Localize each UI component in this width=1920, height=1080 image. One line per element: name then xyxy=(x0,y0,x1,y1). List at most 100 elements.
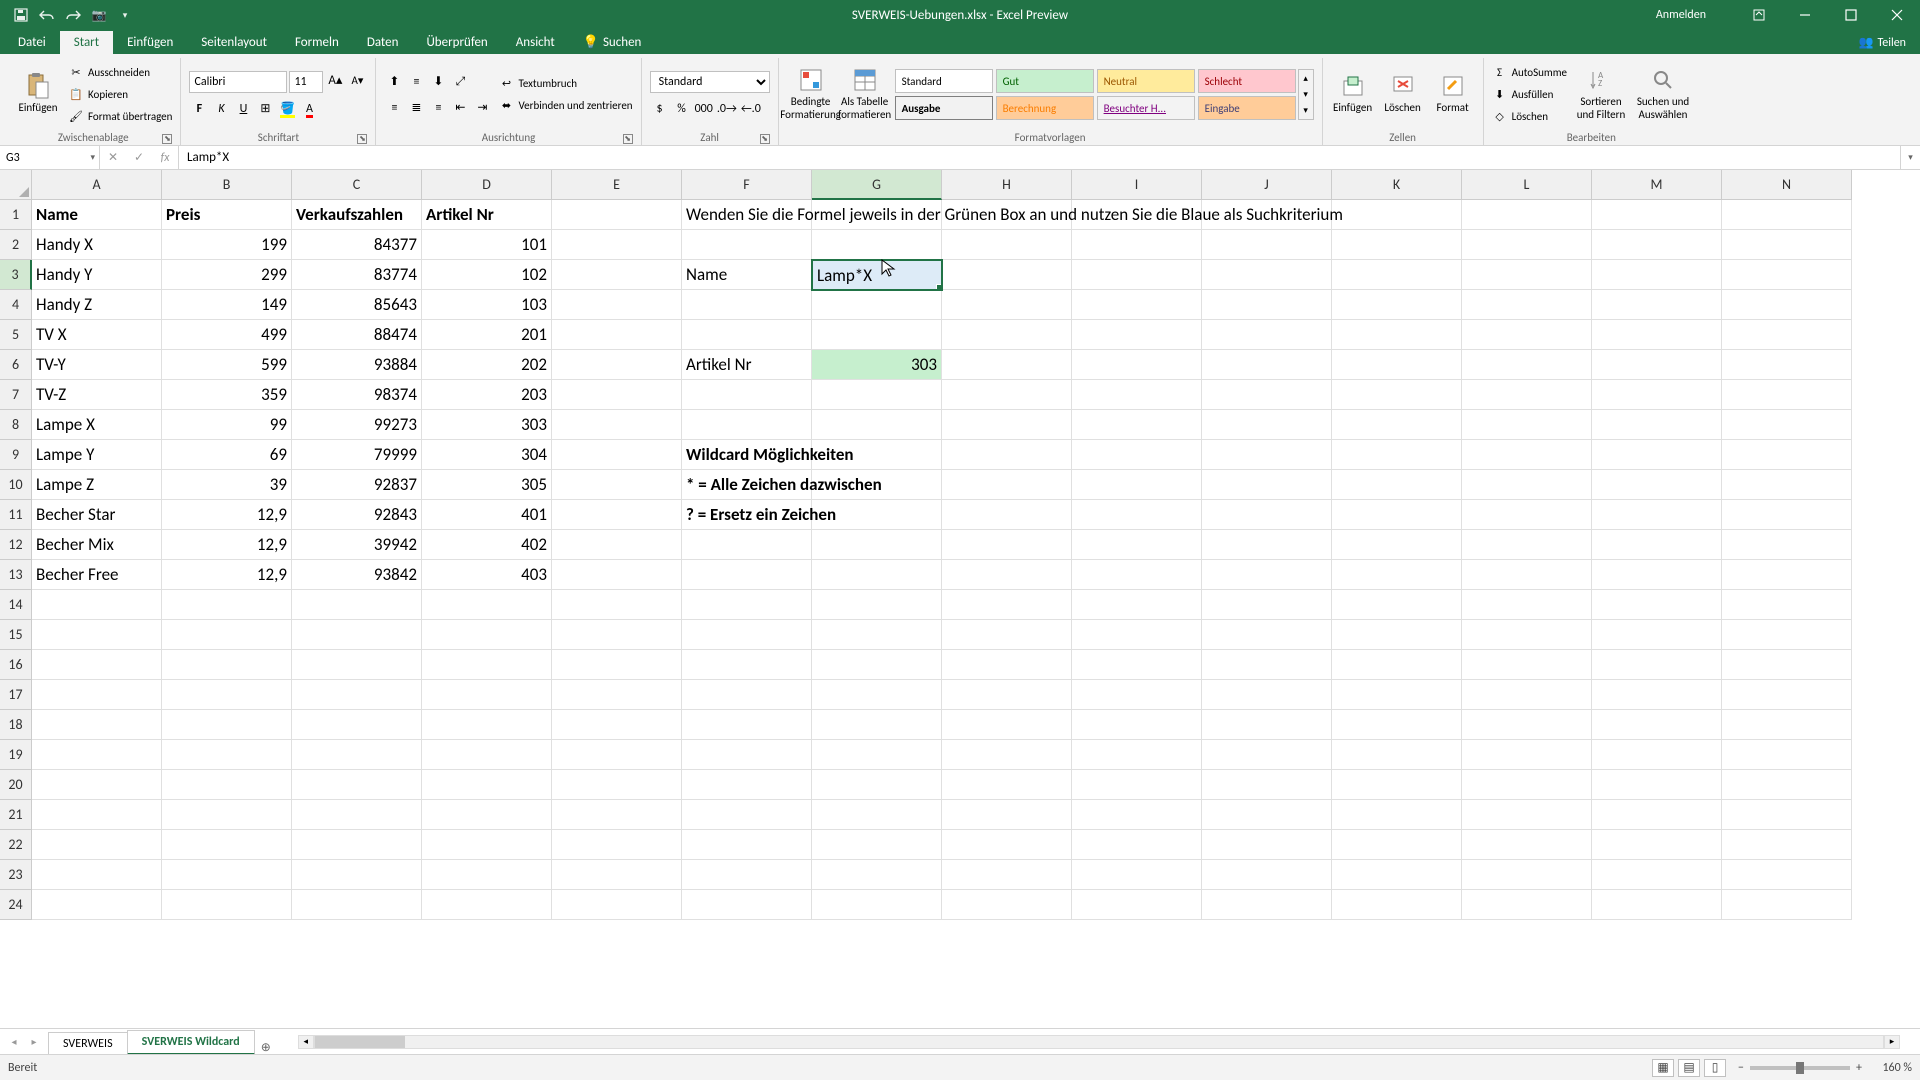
cell-C9[interactable]: 79999 xyxy=(292,440,422,470)
cell-N9[interactable] xyxy=(1722,440,1852,470)
tab-suchen[interactable]: 💡Suchen xyxy=(569,31,656,54)
row-header-9[interactable]: 9 xyxy=(0,440,32,470)
font-launcher-icon[interactable]: ⬊ xyxy=(357,134,367,144)
cell-B14[interactable] xyxy=(162,590,292,620)
cell-K3[interactable] xyxy=(1332,260,1462,290)
cell-style-gut[interactable]: Gut xyxy=(996,69,1094,93)
tab-seitenlayout[interactable]: Seitenlayout xyxy=(187,31,281,54)
cell-A1[interactable]: Name xyxy=(32,200,162,230)
row-header-8[interactable]: 8 xyxy=(0,410,32,440)
cell-M1[interactable] xyxy=(1592,200,1722,230)
col-header-E[interactable]: E xyxy=(552,170,682,200)
cell-I13[interactable] xyxy=(1072,560,1202,590)
save-icon[interactable] xyxy=(12,6,30,24)
cell-K11[interactable] xyxy=(1332,500,1462,530)
cell-E3[interactable] xyxy=(552,260,682,290)
cell-N6[interactable] xyxy=(1722,350,1852,380)
cell-E5[interactable] xyxy=(552,320,682,350)
clear-button[interactable]: ◇Löschen xyxy=(1492,107,1567,127)
cell-M20[interactable] xyxy=(1592,770,1722,800)
cell-E6[interactable] xyxy=(552,350,682,380)
cell-I11[interactable] xyxy=(1072,500,1202,530)
cell-K7[interactable] xyxy=(1332,380,1462,410)
zoom-level[interactable]: 160 % xyxy=(1868,1061,1912,1075)
cell-M9[interactable] xyxy=(1592,440,1722,470)
increase-font-icon[interactable]: A▴ xyxy=(325,71,345,91)
formula-cancel-icon[interactable]: ✕ xyxy=(100,150,126,165)
cell-H15[interactable] xyxy=(942,620,1072,650)
cell-L2[interactable] xyxy=(1462,230,1592,260)
cell-C22[interactable] xyxy=(292,830,422,860)
cell-C11[interactable]: 92843 xyxy=(292,500,422,530)
cell-L11[interactable] xyxy=(1462,500,1592,530)
cell-F20[interactable] xyxy=(682,770,812,800)
cell-A20[interactable] xyxy=(32,770,162,800)
cell-E7[interactable] xyxy=(552,380,682,410)
row-header-11[interactable]: 11 xyxy=(0,500,32,530)
row-header-5[interactable]: 5 xyxy=(0,320,32,350)
cell-C12[interactable]: 39942 xyxy=(292,530,422,560)
cell-D19[interactable] xyxy=(422,740,552,770)
cell-N11[interactable] xyxy=(1722,500,1852,530)
cell-I6[interactable] xyxy=(1072,350,1202,380)
cell-J15[interactable] xyxy=(1202,620,1332,650)
cell-E24[interactable] xyxy=(552,890,682,920)
cell-L10[interactable] xyxy=(1462,470,1592,500)
cell-B18[interactable] xyxy=(162,710,292,740)
cell-B20[interactable] xyxy=(162,770,292,800)
fill-button[interactable]: ⬇Ausfüllen xyxy=(1492,85,1567,105)
cell-B8[interactable]: 99 xyxy=(162,410,292,440)
cell-D12[interactable]: 402 xyxy=(422,530,552,560)
cell-B13[interactable]: 12,9 xyxy=(162,560,292,590)
cell-J9[interactable] xyxy=(1202,440,1332,470)
col-header-J[interactable]: J xyxy=(1202,170,1332,200)
cell-J5[interactable] xyxy=(1202,320,1332,350)
cell-E1[interactable] xyxy=(552,200,682,230)
cell-J3[interactable] xyxy=(1202,260,1332,290)
decrease-font-icon[interactable]: A▾ xyxy=(347,71,367,91)
tab-formeln[interactable]: Formeln xyxy=(281,31,353,54)
cell-F24[interactable] xyxy=(682,890,812,920)
cell-E12[interactable] xyxy=(552,530,682,560)
cell-D22[interactable] xyxy=(422,830,552,860)
cell-M24[interactable] xyxy=(1592,890,1722,920)
cell-N7[interactable] xyxy=(1722,380,1852,410)
cell-G8[interactable] xyxy=(812,410,942,440)
cell-E22[interactable] xyxy=(552,830,682,860)
cell-H11[interactable] xyxy=(942,500,1072,530)
cell-I19[interactable] xyxy=(1072,740,1202,770)
cell-N4[interactable] xyxy=(1722,290,1852,320)
indent-decrease-icon[interactable]: ⇤ xyxy=(450,98,470,118)
orientation-icon[interactable]: ⤢ xyxy=(450,72,470,92)
cell-E20[interactable] xyxy=(552,770,682,800)
cell-M13[interactable] xyxy=(1592,560,1722,590)
cell-E11[interactable] xyxy=(552,500,682,530)
cell-A15[interactable] xyxy=(32,620,162,650)
hscroll-right-icon[interactable]: ▸ xyxy=(1884,1035,1900,1049)
zoom-slider[interactable] xyxy=(1750,1066,1850,1070)
cell-B23[interactable] xyxy=(162,860,292,890)
cell-F5[interactable] xyxy=(682,320,812,350)
cell-B12[interactable]: 12,9 xyxy=(162,530,292,560)
cell-L17[interactable] xyxy=(1462,680,1592,710)
formula-bar-expand-icon[interactable]: ▾ xyxy=(1900,146,1920,169)
cell-E9[interactable] xyxy=(552,440,682,470)
cell-I21[interactable] xyxy=(1072,800,1202,830)
cell-L13[interactable] xyxy=(1462,560,1592,590)
row-header-3[interactable]: 3 xyxy=(0,260,32,290)
cell-H16[interactable] xyxy=(942,650,1072,680)
cell-D16[interactable] xyxy=(422,650,552,680)
cell-J6[interactable] xyxy=(1202,350,1332,380)
cell-G5[interactable] xyxy=(812,320,942,350)
cell-M14[interactable] xyxy=(1592,590,1722,620)
cell-D14[interactable] xyxy=(422,590,552,620)
row-header-12[interactable]: 12 xyxy=(0,530,32,560)
hscroll-left-icon[interactable]: ◂ xyxy=(298,1035,314,1049)
cell-D11[interactable]: 401 xyxy=(422,500,552,530)
cell-I22[interactable] xyxy=(1072,830,1202,860)
cell-F18[interactable] xyxy=(682,710,812,740)
cell-K2[interactable] xyxy=(1332,230,1462,260)
cell-J14[interactable] xyxy=(1202,590,1332,620)
cell-F2[interactable] xyxy=(682,230,812,260)
cell-H2[interactable] xyxy=(942,230,1072,260)
